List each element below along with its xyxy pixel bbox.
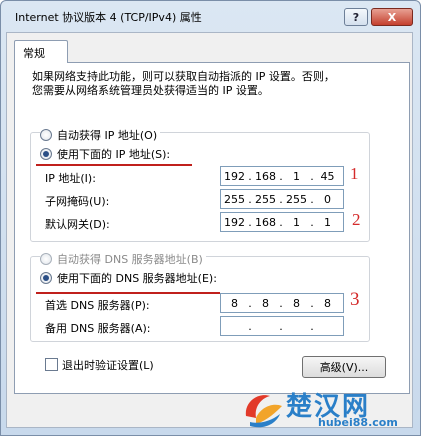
ip-auto-radio[interactable] — [40, 129, 52, 141]
subnet-mask-octet-3: 255 — [286, 192, 307, 206]
annotation-1: 1 — [350, 164, 359, 183]
preferred-dns-label: 首选 DNS 服务器(P): — [45, 299, 150, 312]
alternate-dns-label: 备用 DNS 服务器(A): — [45, 322, 151, 335]
help-button[interactable]: ? — [344, 8, 368, 26]
ip-auto-option[interactable]: 自动获得 IP 地址(O) — [40, 127, 161, 143]
description-line-1: 如果网络支持此功能，则可以获取自动指派的 IP 设置。否则， — [32, 70, 335, 83]
description-text: 如果网络支持此功能，则可以获取自动指派的 IP 设置。否则， 您需要从网络系统管… — [32, 70, 372, 98]
subnet-mask-octet-1: 255 — [224, 192, 245, 206]
preferred-dns-octet-1: 8 — [231, 296, 238, 310]
description-line-2: 您需要从网络系统管理员处获得适当的 IP 设置。 — [32, 84, 269, 97]
preferred-dns-input[interactable]: 8. 8. 8. 8 — [220, 293, 344, 313]
preferred-dns-octet-2: 8 — [262, 296, 269, 310]
validate-label: 退出时验证设置(L) — [62, 359, 154, 372]
gateway-octet-1: 192 — [224, 215, 245, 229]
window-title: Internet 协议版本 4 (TCP/IPv4) 属性 — [15, 11, 202, 24]
alternate-dns-input[interactable]: . . . — [220, 316, 344, 336]
dns-manual-radio[interactable] — [40, 272, 52, 284]
dns-auto-option[interactable]: 自动获得 DNS 服务器地址(B) — [40, 251, 206, 267]
dns-auto-label: 自动获得 DNS 服务器地址(B) — [57, 253, 203, 266]
subnet-mask-input[interactable]: 255. 255. 255. 0 — [220, 189, 344, 209]
default-gateway-input[interactable]: 192. 168. 1. 1 — [220, 212, 344, 232]
annotation-2: 2 — [352, 210, 361, 229]
ip-auto-label: 自动获得 IP 地址(O) — [57, 129, 158, 142]
gateway-octet-3: 1 — [293, 215, 300, 229]
watermark-url: hubei88.com — [318, 416, 398, 429]
validate-checkbox[interactable] — [45, 358, 58, 371]
dns-auto-radio[interactable] — [40, 253, 52, 265]
dns-manual-underline — [36, 292, 220, 294]
ip-manual-radio[interactable] — [40, 148, 52, 160]
ip-manual-option[interactable]: 使用下面的 IP 地址(S): — [40, 146, 174, 162]
gateway-octet-4: 1 — [324, 215, 331, 229]
subnet-mask-octet-2: 255 — [255, 192, 276, 206]
title-bar[interactable]: Internet 协议版本 4 (TCP/IPv4) 属性 ? X — [1, 1, 420, 31]
annotation-3: 3 — [350, 289, 360, 310]
default-gateway-label: 默认网关(D): — [45, 218, 110, 231]
ip-address-octet-3: 1 — [293, 169, 300, 183]
close-button[interactable]: X — [371, 8, 413, 26]
ip-address-label: IP 地址(I): — [45, 172, 96, 185]
tab-general[interactable]: 常规 — [14, 40, 68, 63]
dns-manual-option[interactable]: 使用下面的 DNS 服务器地址(E): — [40, 270, 220, 286]
ip-address-octet-2: 168 — [255, 169, 276, 183]
ip-address-octet-4: 45 — [320, 169, 335, 183]
ip-address-input[interactable]: 192. 168. 1. 45 — [220, 166, 344, 186]
subnet-mask-octet-4: 0 — [324, 192, 331, 206]
gateway-octet-2: 168 — [255, 215, 276, 229]
preferred-dns-octet-3: 8 — [293, 296, 300, 310]
subnet-mask-label: 子网掩码(U): — [45, 195, 110, 208]
dns-manual-label: 使用下面的 DNS 服务器地址(E): — [57, 272, 217, 285]
ip-manual-label: 使用下面的 IP 地址(S): — [57, 148, 171, 161]
watermark-logo-icon — [245, 395, 282, 428]
preferred-dns-octet-4: 8 — [324, 296, 331, 310]
ip-manual-underline — [36, 164, 192, 166]
advanced-button[interactable]: 高级(V)... — [302, 356, 386, 378]
ip-address-octet-1: 192 — [224, 169, 245, 183]
